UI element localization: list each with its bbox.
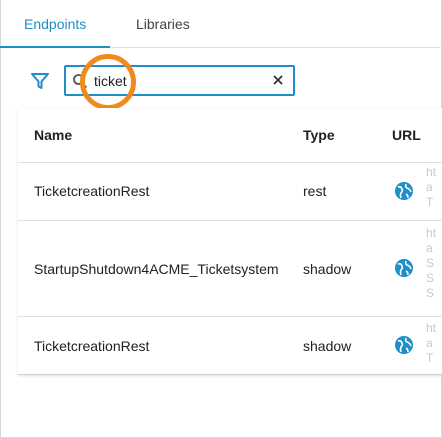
tab-libraries[interactable]: Libraries — [136, 0, 190, 48]
cell-name[interactable]: TicketcreationRest — [34, 338, 149, 354]
globe-icon[interactable] — [394, 258, 414, 278]
column-header-url[interactable]: URL — [392, 127, 421, 143]
globe-icon[interactable] — [394, 181, 414, 201]
url-text: ht a T — [426, 321, 437, 365]
results-table — [18, 108, 442, 375]
column-header-type[interactable]: Type — [303, 127, 335, 143]
url-text: ht a S S S — [426, 226, 437, 300]
highlight-ring — [80, 54, 136, 110]
url-text: ht a T — [426, 165, 437, 209]
globe-icon[interactable] — [394, 335, 414, 355]
cell-type: rest — [303, 183, 327, 199]
tab-bar: Endpoints Libraries — [0, 0, 442, 48]
cell-name[interactable]: StartupShutdown4ACME_Ticketsystem — [34, 261, 279, 277]
cell-type: shadow — [303, 338, 352, 354]
filter-icon[interactable] — [30, 71, 50, 91]
row-divider — [18, 162, 442, 163]
cell-type: shadow — [303, 261, 352, 277]
row-divider — [18, 220, 442, 221]
tab-endpoints[interactable]: Endpoints — [0, 0, 110, 48]
close-icon[interactable] — [271, 73, 285, 87]
row-divider — [18, 316, 442, 317]
column-header-name[interactable]: Name — [34, 127, 72, 143]
cell-name[interactable]: TicketcreationRest — [34, 183, 149, 199]
